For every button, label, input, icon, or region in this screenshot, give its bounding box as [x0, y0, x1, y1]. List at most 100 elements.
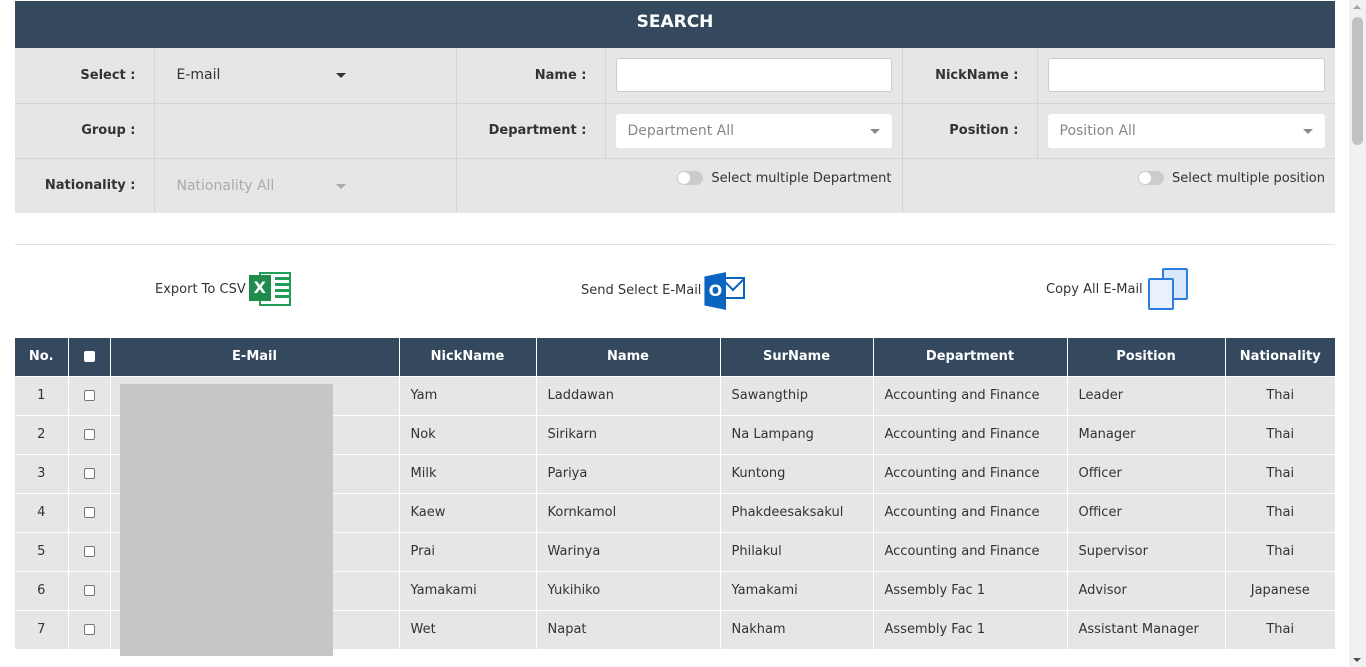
excel-icon: X: [248, 270, 291, 308]
send-email-label: Send Select E-Mail: [581, 282, 702, 298]
row-checkbox[interactable]: [83, 624, 95, 636]
row-position: Officer: [1067, 453, 1226, 493]
row-surname: Philakul: [720, 531, 874, 571]
select-field-value: E-mail: [176, 67, 221, 84]
row-nationality: Thai: [1225, 453, 1335, 493]
row-number: 1: [15, 375, 69, 415]
multi-department-toggle[interactable]: [677, 170, 704, 185]
multi-department-toggle-row: Select multiple Department: [457, 159, 902, 214]
col-header-name[interactable]: Name: [536, 338, 721, 376]
row-checkbox[interactable]: [83, 507, 95, 518]
row-name: Warinya: [536, 531, 721, 571]
col-header-select-all[interactable]: [68, 338, 111, 376]
caret-down-icon: [335, 73, 346, 79]
row-number: 5: [15, 531, 69, 571]
nickname-label: NickName :: [902, 48, 1038, 104]
department-select[interactable]: Department All: [615, 113, 892, 148]
row-nationality: Japanese: [1225, 570, 1335, 610]
row-number: 3: [15, 453, 69, 493]
row-department: Accounting and Finance: [873, 492, 1068, 532]
row-checkbox[interactable]: [83, 429, 95, 440]
row-checkbox-cell: [68, 492, 111, 532]
col-header-surname[interactable]: SurName: [720, 338, 874, 376]
nationality-select[interactable]: Nationality All: [165, 169, 446, 203]
row-nationality: Thai: [1225, 375, 1335, 415]
col-header-position[interactable]: Position: [1067, 338, 1226, 376]
row-surname: Yamakami: [720, 570, 874, 610]
row-name: Yukihiko: [536, 570, 721, 610]
row-nickname: Nok: [399, 414, 537, 454]
scroll-down-arrow-icon[interactable]: [1353, 658, 1361, 662]
col-header-department[interactable]: Department: [873, 338, 1068, 376]
row-department: Accounting and Finance: [873, 531, 1068, 571]
row-position: Manager: [1067, 414, 1226, 454]
row-checkbox-cell: [68, 453, 111, 493]
row-department: Accounting and Finance: [873, 453, 1068, 493]
row-surname: Sawangthip: [720, 375, 874, 415]
row-department: Accounting and Finance: [873, 414, 1068, 454]
caret-down-icon: [1303, 128, 1313, 134]
multi-position-toggle[interactable]: [1138, 170, 1165, 185]
row-checkbox[interactable]: [83, 585, 95, 596]
row-name: Kornkamol: [536, 492, 721, 532]
position-label: Position :: [902, 103, 1038, 159]
copy-icon: [1146, 268, 1190, 310]
group-label: Group :: [15, 103, 155, 159]
search-form: Select : E-mail Name : NickName : Group …: [15, 48, 1335, 213]
row-position: Assistant Manager: [1067, 609, 1226, 649]
row-name: Laddawan: [536, 375, 721, 415]
redacted-email-block: [120, 384, 333, 656]
send-email-button[interactable]: Send Select E-Mail O: [581, 270, 746, 310]
row-checkbox-cell: [68, 414, 111, 454]
position-placeholder: Position All: [1059, 122, 1136, 139]
select-all-checkbox[interactable]: [83, 351, 95, 363]
select-label: Select :: [15, 48, 155, 104]
table-header-row: No. E-Mail NickName Name SurName Departm…: [15, 338, 1335, 376]
nationality-placeholder: Nationality All: [176, 177, 275, 194]
col-header-nickname[interactable]: NickName: [399, 338, 537, 376]
row-checkbox[interactable]: [83, 468, 95, 479]
row-position: Leader: [1067, 375, 1226, 415]
row-surname: Kuntong: [720, 453, 874, 493]
row-nickname: Wet: [399, 609, 537, 649]
multi-department-label: Select multiple Department: [711, 170, 892, 186]
name-input[interactable]: [615, 58, 892, 93]
row-name: Sirikarn: [536, 414, 721, 454]
row-nationality: Thai: [1225, 609, 1335, 649]
row-nickname: Yam: [399, 375, 537, 415]
row-name: Pariya: [536, 453, 721, 493]
row-department: Accounting and Finance: [873, 375, 1068, 415]
row-position: Supervisor: [1067, 531, 1226, 571]
row-position: Officer: [1067, 492, 1226, 532]
row-checkbox-cell: [68, 375, 111, 415]
row-checkbox-cell: [68, 531, 111, 571]
row-checkbox[interactable]: [83, 390, 95, 401]
row-checkbox-cell: [68, 609, 111, 649]
search-title: SEARCH: [15, 1, 1335, 48]
row-name: Napat: [536, 609, 721, 649]
export-csv-button[interactable]: Export To CSV X: [155, 270, 291, 308]
row-checkbox[interactable]: [83, 546, 95, 557]
nickname-input[interactable]: [1047, 58, 1325, 93]
col-header-nationality[interactable]: Nationality: [1225, 338, 1335, 376]
scroll-up-arrow-icon[interactable]: [1353, 5, 1361, 9]
page: SEARCH Select : E-mail Name : NickName :…: [15, 1, 1335, 213]
col-header-email[interactable]: E-Mail: [110, 338, 400, 376]
row-nickname: Kaew: [399, 492, 537, 532]
row-surname: Phakdeesaksakul: [720, 492, 874, 532]
divider: [15, 244, 1335, 245]
department-placeholder: Department All: [627, 122, 735, 139]
copy-email-label: Copy All E-Mail: [1046, 281, 1143, 297]
caret-down-icon: [335, 183, 346, 189]
row-number: 4: [15, 492, 69, 532]
copy-email-button[interactable]: Copy All E-Mail: [1046, 268, 1190, 310]
row-nationality: Thai: [1225, 492, 1335, 532]
action-bar: Export To CSV X Send Select E-Mail O Cop…: [0, 268, 1366, 312]
select-field-dropdown[interactable]: E-mail: [165, 58, 446, 92]
outlook-icon: O: [704, 270, 746, 310]
vertical-scrollbar[interactable]: [1349, 0, 1366, 667]
row-nationality: Thai: [1225, 414, 1335, 454]
scroll-thumb[interactable]: [1352, 17, 1363, 145]
col-header-no[interactable]: No.: [15, 338, 69, 376]
position-select[interactable]: Position All: [1047, 113, 1325, 148]
